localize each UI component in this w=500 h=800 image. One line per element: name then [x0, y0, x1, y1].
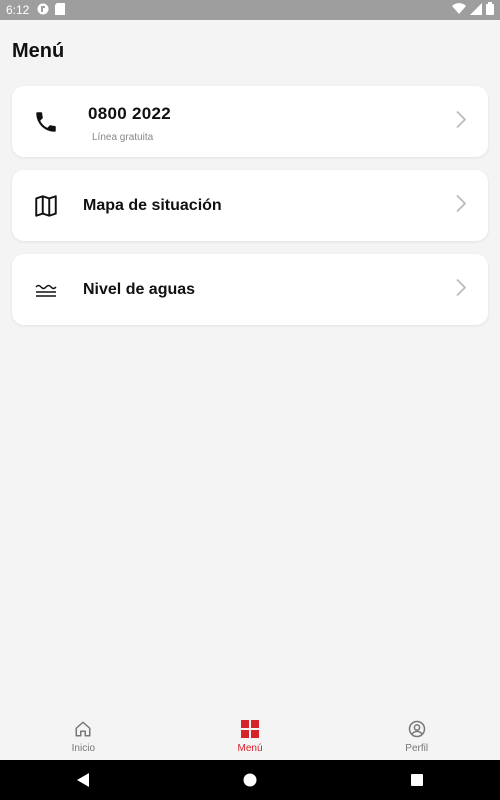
- notification-app-icon: [37, 3, 49, 18]
- sd-card-icon: [55, 2, 66, 18]
- status-time: 6:12: [6, 3, 30, 17]
- profile-icon: [408, 719, 426, 739]
- recents-square-icon: [410, 774, 423, 786]
- nav-label-menu: Menú: [237, 742, 263, 754]
- system-nav-bar: [0, 760, 500, 800]
- water-level-card[interactable]: Nivel de aguas: [12, 254, 488, 325]
- nav-item-inicio[interactable]: Inicio: [0, 712, 167, 760]
- recents-button[interactable]: [387, 760, 447, 800]
- nav-label-inicio: Inicio: [71, 742, 96, 754]
- phone-subtitle: Línea gratuita: [92, 132, 154, 143]
- phone-number: 0800 2022: [88, 104, 172, 123]
- chevron-right-icon: [456, 194, 467, 217]
- home-icon: [74, 719, 92, 739]
- water-level-icon: [32, 276, 60, 304]
- phone-card[interactable]: 0800 2022 Línea gratuita: [12, 86, 488, 157]
- wifi-icon: [452, 2, 466, 18]
- phone-icon: [32, 108, 60, 136]
- nav-label-perfil: Perfil: [405, 742, 429, 754]
- bottom-nav: Inicio Menú Perfil: [0, 712, 500, 760]
- status-bar: 6:12: [0, 0, 500, 20]
- nav-item-perfil[interactable]: Perfil: [333, 712, 500, 760]
- map-icon: [32, 192, 60, 220]
- water-level-label: Nivel de aguas: [83, 280, 196, 298]
- back-button[interactable]: [53, 760, 113, 800]
- signal-icon: [470, 2, 482, 18]
- nav-item-menu[interactable]: Menú: [167, 712, 334, 760]
- map-label: Mapa de situación: [83, 196, 222, 214]
- home-button[interactable]: [220, 760, 280, 800]
- chevron-right-icon: [456, 278, 467, 301]
- page-title: Menú: [12, 40, 65, 62]
- chevron-right-icon: [456, 110, 467, 133]
- back-triangle-icon: [77, 773, 90, 787]
- map-card[interactable]: Mapa de situación: [12, 170, 488, 241]
- battery-icon: [486, 2, 494, 18]
- grid-icon: [241, 719, 259, 739]
- home-circle-icon: [243, 773, 257, 787]
